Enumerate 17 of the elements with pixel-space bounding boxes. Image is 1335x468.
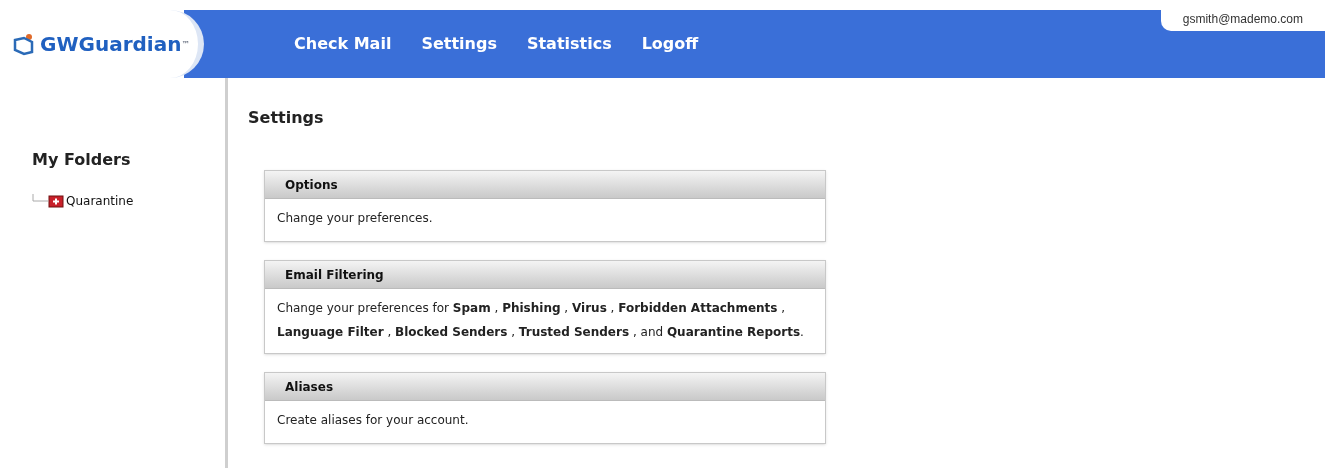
nav-link[interactable]: Settings [421, 32, 497, 56]
panel-description: Create aliases for your account. [277, 413, 469, 427]
user-email: gsmith@mademo.com [1160, 10, 1325, 31]
nav-link[interactable]: Logoff [641, 32, 699, 56]
panel-description: Change your preferences for Spam , Phishing , Virus , Forbidden Attachments , Language Filter , Blocked Senders , Trusted Senders , and Quarantine Reports. [277, 301, 804, 339]
nav-link[interactable]: Check Mail [294, 32, 392, 56]
page-title: Settings [248, 107, 325, 129]
sidebar-title: My Folders [32, 149, 132, 171]
panel-header[interactable]: Aliases [265, 373, 825, 401]
logo-text: GWGuardian$^{™}$ [40, 31, 190, 58]
panel-header[interactable]: Options [265, 171, 825, 199]
panel-header[interactable]: Email Filtering [265, 261, 825, 289]
folder-item[interactable]: Quarantine [32, 192, 225, 210]
folder-icon [48, 194, 64, 208]
panel-description: Change your preferences. [277, 211, 433, 225]
logo-icon [12, 32, 36, 56]
nav-link[interactable]: Statistics [526, 32, 612, 56]
